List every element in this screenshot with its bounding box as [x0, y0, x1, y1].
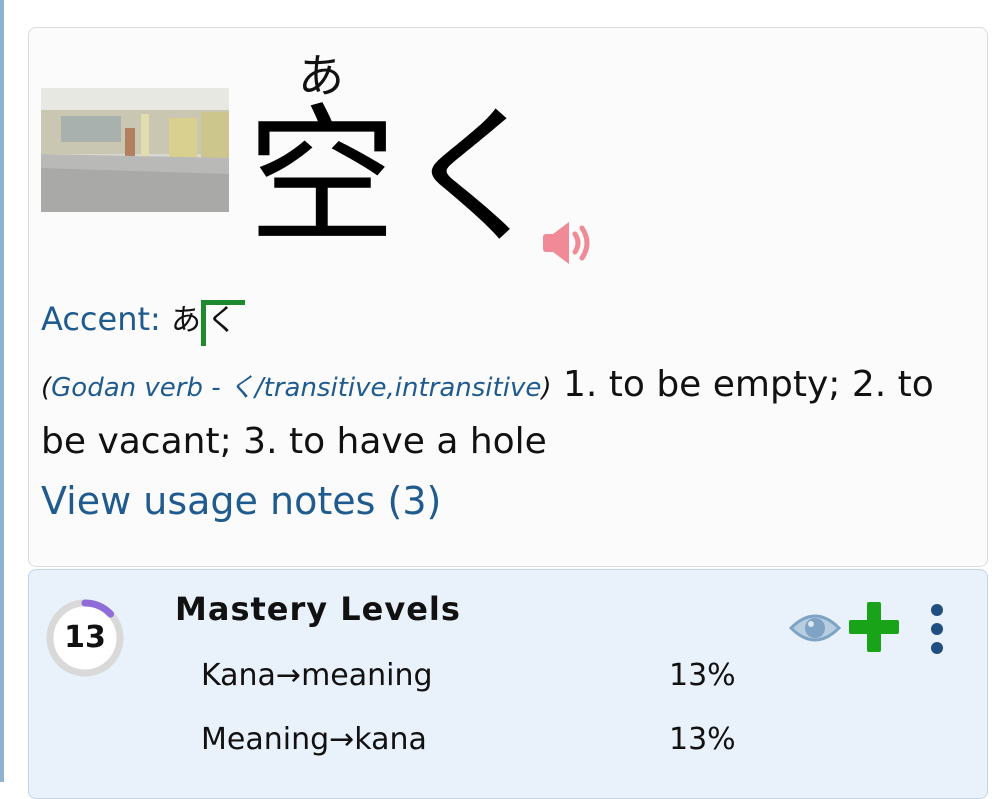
vocab-photo: [41, 88, 229, 212]
speaker-icon[interactable]: [541, 220, 597, 266]
mastery-level-number: 13: [64, 620, 106, 655]
eye-icon[interactable]: [788, 608, 842, 648]
accent-label: Accent: [41, 300, 151, 338]
mastery-row-value: 13%: [669, 658, 736, 693]
pos-paren-open: (: [41, 373, 52, 403]
definition: (Godan verb - く/transitive,intransitive)…: [41, 358, 971, 469]
accent-colon: :: [150, 300, 161, 338]
part-of-speech: Godan verb - く/transitive,intransitive: [51, 373, 542, 403]
accent-kana-before: あ: [170, 303, 201, 338]
vocab-card: あ 空く Accent: あく (Godan verb - く/transiti…: [28, 27, 988, 567]
vocab-word: 空く: [247, 91, 556, 265]
more-vertical-icon[interactable]: [925, 602, 949, 656]
usage-notes-link[interactable]: View usage notes (3): [41, 476, 441, 526]
pos-paren-close: ): [541, 373, 552, 403]
mastery-row-label: Meaning→kana: [201, 722, 427, 757]
mastery-title: Mastery Levels: [175, 590, 461, 628]
accent-row: Accent: あく: [41, 294, 245, 346]
mastery-row-label: Kana→meaning: [201, 658, 433, 693]
accent-kana-marked: く: [200, 296, 245, 346]
plus-icon[interactable]: [847, 600, 901, 654]
mastery-row-value: 13%: [669, 722, 736, 757]
left-border: [0, 0, 4, 782]
mastery-panel: 13 Mastery Levels Kana→meaning 13% Meani…: [28, 569, 988, 799]
